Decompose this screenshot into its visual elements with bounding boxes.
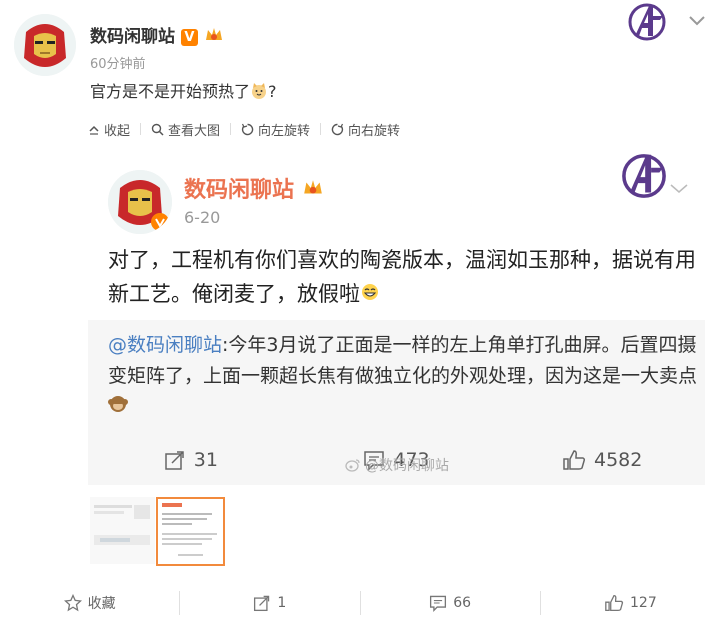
rotate-right-button[interactable]: 向右旋转	[331, 120, 400, 139]
image-screenshot-card[interactable]: 数码闲聊站 6-20 对了，工程机有你们喜欢的陶瓷版本，温润如玉那种，据说有用新…	[88, 150, 705, 485]
view-large-label: 查看大图	[168, 123, 221, 139]
favorite-label: 收藏	[87, 595, 116, 612]
favorite-button[interactable]: 收藏	[0, 593, 179, 613]
card-date: 6-20	[184, 208, 221, 227]
rotate-right-icon	[331, 123, 344, 135]
author-name[interactable]: 数码闲聊站	[90, 27, 175, 47]
avengers-logo-icon	[627, 2, 667, 46]
author-avatar[interactable]	[14, 14, 76, 76]
repost-button[interactable]: 1	[180, 594, 359, 612]
image-toolbar: 收起 查看大图 向左旋转 向右旋转	[88, 118, 400, 140]
post-text-suffix: ?	[268, 82, 277, 101]
crown-icon	[302, 178, 324, 204]
like-count: 127	[630, 594, 657, 611]
weibo-logo-icon	[345, 459, 360, 472]
comment-icon	[430, 595, 447, 612]
quoted-post: @数码闲聊站:今年3月说了正面是一样的左上角单打孔曲屏。后置四摄变矩阵了，上面一…	[108, 330, 698, 423]
collapse-icon	[89, 125, 99, 135]
view-large-button[interactable]: 查看大图	[151, 120, 220, 139]
post-text-body: 官方是不是开始预热了	[90, 82, 251, 101]
card-chevron-down-icon	[669, 180, 689, 199]
card-repost-count: 31	[193, 449, 218, 471]
like-button[interactable]: 127	[541, 594, 720, 612]
verified-icon: V	[180, 28, 198, 46]
chevron-down-icon[interactable]	[688, 12, 706, 31]
monkey-emoji-icon	[108, 392, 128, 423]
post-author-line: 数码闲聊站 V	[90, 22, 224, 49]
thumbs-up-icon	[605, 594, 624, 611]
card-author-name: 数码闲聊站	[184, 172, 324, 204]
card-repost-stat: 31	[88, 449, 294, 471]
card-post-text-body: 对了，工程机有你们喜欢的陶瓷版本，温润如玉那种，据说有用新工艺。俺闭麦了，放假啦	[108, 248, 696, 306]
collapse-label: 收起	[104, 123, 131, 139]
card-like-stat: 4582	[499, 449, 705, 471]
card-header: 数码闲聊站 6-20 对了，工程机有你们喜欢的陶瓷版本，温润如玉那种，据说有用新…	[88, 150, 705, 320]
rotate-left-label: 向左旋转	[258, 123, 311, 139]
rotate-right-label: 向右旋转	[348, 123, 401, 139]
post-text: 官方是不是开始预热了?	[90, 78, 277, 104]
thumbs-up-icon	[563, 450, 586, 470]
avengers-logo-icon	[620, 150, 668, 206]
comment-count: 66	[453, 594, 472, 611]
toolbar-divider	[320, 123, 322, 135]
crown-icon	[204, 26, 224, 49]
card-like-count: 4582	[594, 449, 643, 471]
post-timestamp[interactable]: 60分钟前	[90, 53, 146, 72]
smile-emoji-icon	[360, 278, 380, 312]
repost-count: 1	[277, 594, 287, 611]
repost-icon	[254, 595, 270, 611]
watermark-text: @数码闲聊站	[365, 458, 449, 474]
rotate-left-button[interactable]: 向左旋转	[241, 120, 310, 139]
card-author-avatar	[108, 170, 172, 234]
image-thumbnail-1[interactable]	[90, 497, 155, 564]
watermark: @数码闲聊站	[345, 455, 449, 475]
toolbar-divider	[230, 123, 232, 135]
card-post-text: 对了，工程机有你们喜欢的陶瓷版本，温润如玉那种，据说有用新工艺。俺闭麦了，放假啦	[108, 243, 698, 312]
cat-emoji-icon	[250, 82, 268, 104]
card-author-name-text: 数码闲聊站	[184, 178, 295, 203]
post-action-bar: 收藏 1 66 127	[0, 585, 720, 620]
repost-icon	[164, 451, 184, 470]
magnifier-icon	[151, 123, 164, 136]
star-icon	[63, 593, 82, 611]
collapse-button[interactable]: 收起	[88, 120, 130, 139]
quote-mention-link: @数码闲聊站	[108, 334, 223, 356]
toolbar-divider	[140, 123, 142, 135]
comment-button[interactable]: 66	[361, 594, 540, 612]
rotate-left-icon	[241, 123, 254, 135]
image-thumbnail-2-selected[interactable]	[156, 497, 225, 566]
